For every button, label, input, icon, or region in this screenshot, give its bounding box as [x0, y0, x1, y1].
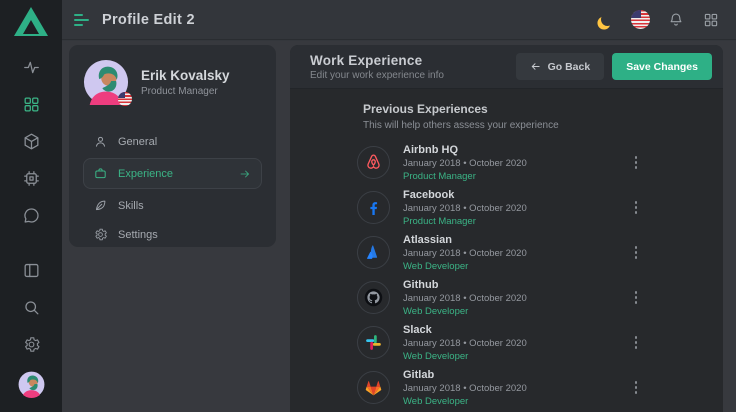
row-menu-icon[interactable]: [629, 377, 644, 398]
apps-grid-icon[interactable]: [702, 11, 720, 29]
experience-period: January 2018 • October 2020: [403, 203, 527, 214]
layout-icon[interactable]: [12, 252, 50, 288]
panel-title: Work Experience: [310, 53, 444, 68]
search-icon[interactable]: [12, 289, 50, 325]
company-logo: [357, 191, 390, 224]
package-icon[interactable]: [12, 123, 50, 159]
experience-role: Web Developer: [403, 306, 527, 317]
company-name: Airbnb HQ: [403, 144, 527, 156]
nav-item-label: Skills: [118, 200, 144, 212]
airbnb-logo-icon: [363, 152, 384, 173]
panel-subtitle: Edit your work experience info: [310, 70, 444, 81]
experience-period: January 2018 • October 2020: [403, 158, 527, 169]
nav-item-settings[interactable]: Settings: [83, 220, 262, 249]
experience-list-item: Gitlab January 2018 • October 2020 Web D…: [357, 365, 643, 410]
profile-role: Product Manager: [141, 86, 230, 97]
github-logo-icon: [363, 287, 384, 308]
gear-icon[interactable]: [12, 326, 50, 362]
menu-toggle-icon[interactable]: [74, 14, 89, 26]
save-changes-button[interactable]: Save Changes: [612, 53, 712, 80]
dashboard-grid-icon[interactable]: [12, 86, 50, 122]
user-icon: [93, 134, 108, 149]
topbar: Profile Edit 2: [62, 0, 736, 40]
atlassian-logo-icon: [363, 242, 384, 263]
activity-icon[interactable]: [12, 49, 50, 85]
experience-list-item: Atlassian January 2018 • October 2020 We…: [357, 230, 643, 275]
nav-item-label: General: [118, 136, 157, 148]
company-name: Github: [403, 279, 527, 291]
experience-role: Web Developer: [403, 396, 527, 407]
company-logo: [357, 236, 390, 269]
avatar-image: [18, 371, 45, 398]
profile-card: Erik Kovalsky Product Manager General Ex…: [69, 45, 276, 247]
company-name: Gitlab: [403, 369, 527, 381]
experience-role: Web Developer: [403, 351, 527, 362]
row-menu-icon[interactable]: [629, 287, 644, 308]
icon-rail: [0, 0, 62, 412]
company-logo: [357, 326, 390, 359]
experience-period: January 2018 • October 2020: [403, 338, 527, 349]
us-flag-icon[interactable]: [631, 10, 650, 29]
cpu-icon[interactable]: [12, 160, 50, 196]
user-avatar[interactable]: [18, 371, 45, 398]
company-logo: [357, 281, 390, 314]
moon-icon[interactable]: [600, 12, 615, 27]
bell-icon[interactable]: [667, 11, 685, 29]
experience-list-item: Facebook January 2018 • October 2020 Pro…: [357, 185, 643, 230]
feather-icon: [93, 198, 108, 213]
nav-item-experience[interactable]: Experience: [83, 158, 262, 189]
row-menu-icon[interactable]: [629, 242, 644, 263]
experience-list-item: Airbnb HQ January 2018 • October 2020 Pr…: [357, 140, 643, 185]
company-name: Slack: [403, 324, 527, 336]
profile-name: Erik Kovalsky: [141, 68, 230, 83]
arrow-right-icon: [239, 168, 251, 180]
page-title: Profile Edit 2: [102, 12, 195, 28]
experience-list-item: Slack January 2018 • October 2020 Web De…: [357, 320, 643, 365]
chat-icon[interactable]: [12, 197, 50, 233]
section-subtitle: This will help others assess your experi…: [363, 120, 723, 131]
arrow-left-icon: [530, 61, 541, 72]
company-logo: [357, 371, 390, 404]
go-back-button[interactable]: Go Back: [516, 53, 605, 80]
nav-item-skills[interactable]: Skills: [83, 191, 262, 220]
company-name: Facebook: [403, 189, 527, 201]
experience-period: January 2018 • October 2020: [403, 293, 527, 304]
experience-period: January 2018 • October 2020: [403, 383, 527, 394]
content-area: Erik Kovalsky Product Manager General Ex…: [62, 41, 736, 412]
experience-list: Airbnb HQ January 2018 • October 2020 Pr…: [357, 140, 723, 410]
gitlab-logo-icon: [363, 377, 384, 398]
work-experience-panel: Work Experience Edit your work experienc…: [290, 45, 723, 412]
nav-item-general[interactable]: General: [83, 127, 262, 156]
profile-avatar: [83, 59, 129, 105]
briefcase-icon: [93, 166, 108, 181]
experience-period: January 2018 • October 2020: [403, 248, 527, 259]
facebook-logo-icon: [363, 197, 384, 218]
nav-item-label: Experience: [118, 168, 173, 180]
panel-header: Work Experience Edit your work experienc…: [290, 45, 723, 89]
row-menu-icon[interactable]: [629, 152, 644, 173]
nav-item-label: Settings: [118, 229, 158, 241]
row-menu-icon[interactable]: [629, 332, 644, 353]
slack-logo-icon: [363, 332, 384, 353]
company-logo: [357, 146, 390, 179]
experience-role: Web Developer: [403, 261, 527, 272]
row-menu-icon[interactable]: [629, 197, 644, 218]
section-title: Previous Experiences: [363, 102, 723, 116]
profile-nav: General Experience Skills Settings: [83, 127, 262, 249]
company-name: Atlassian: [403, 234, 527, 246]
experience-list-item: Github January 2018 • October 2020 Web D…: [357, 275, 643, 320]
experience-role: Product Manager: [403, 171, 527, 182]
app-logo-icon[interactable]: [14, 7, 48, 37]
country-flag-badge: [118, 92, 132, 106]
experience-role: Product Manager: [403, 216, 527, 227]
gear-icon: [93, 227, 108, 242]
